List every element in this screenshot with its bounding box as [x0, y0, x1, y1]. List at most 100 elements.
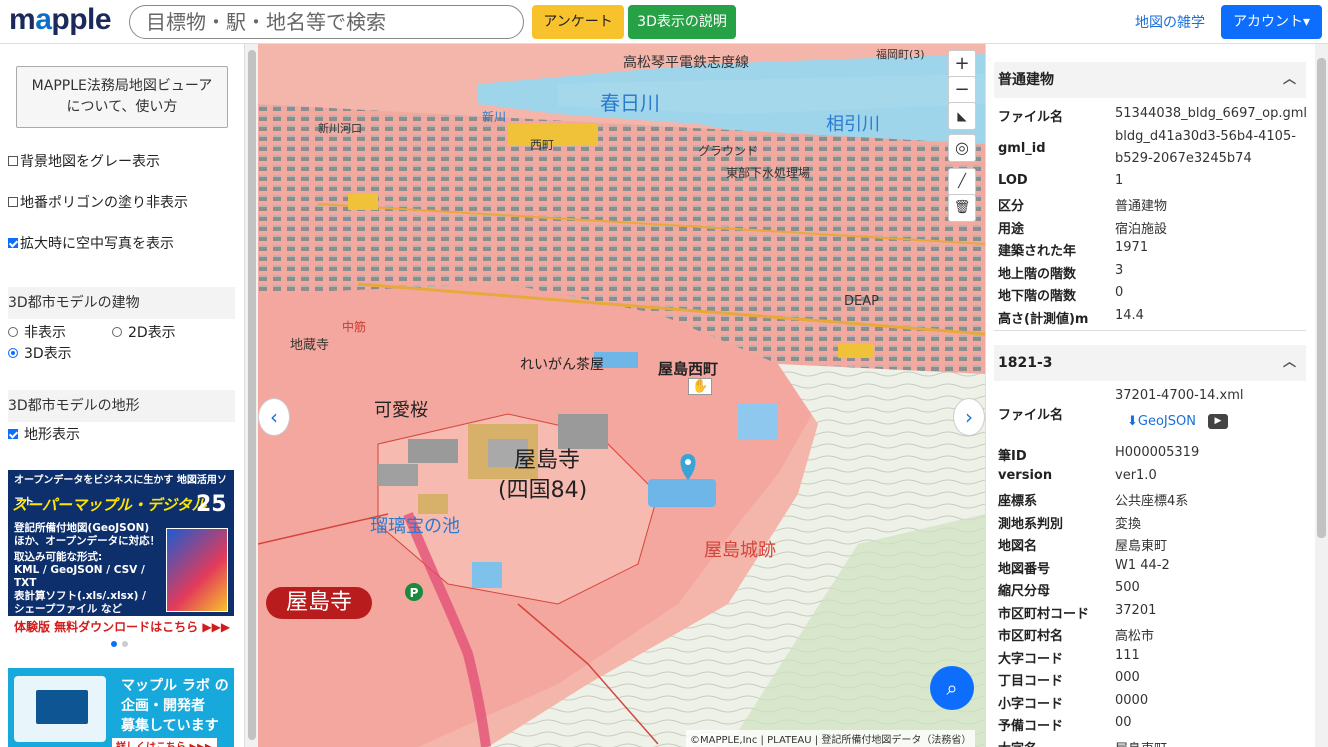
terrain-checkbox[interactable]: 地形表示: [8, 424, 80, 444]
attr-key: 地上階の階数: [998, 266, 1077, 282]
radio-building-none[interactable]: 非表示: [8, 322, 66, 342]
attr-value-cont: b529-2067e3245b74: [1115, 150, 1252, 166]
attr-value: 111: [1115, 647, 1140, 663]
carousel-dot-active[interactable]: [111, 641, 117, 647]
scroll-thumb[interactable]: [248, 50, 256, 740]
product-box-image: [166, 528, 228, 612]
section-building-title: 3D都市モデルの建物: [8, 287, 235, 319]
building-section-header[interactable]: 普通建物 ︿: [994, 62, 1306, 98]
attr-key: 測地系判別: [998, 516, 1064, 532]
mapple-lab-recruit-banner[interactable]: マップル ラボ の 企画・開発者 募集しています 詳しくはこちら ▶▶▶: [8, 668, 234, 747]
ad-title: スーパーマップル・デジタル: [12, 496, 207, 514]
attribute-row: 丁目コード 000: [998, 670, 1298, 693]
right-scrollbar[interactable]: [1315, 44, 1328, 747]
attr-key: 地図番号: [998, 561, 1051, 577]
attribute-row: 大字コード 111: [998, 648, 1298, 671]
hand-icon[interactable]: ✋: [688, 378, 713, 395]
checkbox-checked-icon[interactable]: [8, 238, 18, 248]
attr-key: 建築された年: [998, 244, 1077, 259]
attr-key: gml_id: [998, 140, 1046, 156]
survey-button[interactable]: アンケート: [532, 5, 624, 39]
about-viewer-button[interactable]: MAPPLE法務局地図ビューア について、使い方: [16, 66, 228, 128]
attribute-row: 測地系判別 変換: [998, 513, 1298, 536]
draw-line-icon[interactable]: ╱: [948, 168, 976, 196]
attribute-row: ファイル名 51344038_bldg_6697_op.gml: [998, 106, 1307, 129]
attribute-row: 筆ID H000005319: [998, 445, 1298, 468]
carousel-dot[interactable]: [122, 641, 128, 647]
map-label-sewage: 東部下水処理場: [726, 166, 811, 180]
zoom-out-button[interactable]: −: [948, 76, 976, 104]
attr-key: 地図名: [998, 539, 1038, 554]
attr-key: 市区町村コード: [998, 606, 1090, 622]
attribute-row: 予備コード 00: [998, 715, 1298, 738]
attr-key: LOD: [998, 172, 1028, 188]
recruit-more-link[interactable]: 詳しくはこちら ▶▶▶: [112, 738, 217, 747]
attribute-row: 地上階の階数 3: [998, 263, 1298, 286]
attr-value: 宿泊施設: [1115, 221, 1168, 237]
aerial-photo-checkbox[interactable]: 拡大時に空中写真を表示: [8, 233, 174, 253]
chevron-up-icon[interactable]: ︿: [1283, 62, 1296, 98]
3d-help-button[interactable]: 3D表示の説明: [628, 5, 736, 39]
attr-value: 3: [1115, 262, 1124, 278]
account-dropdown-button[interactable]: アカウント▾: [1221, 5, 1322, 39]
map-trivia-link[interactable]: 地図の雑学: [1135, 12, 1205, 32]
polygon-fill-checkbox[interactable]: 地番ポリゴンの塗り非表示: [8, 192, 188, 212]
attr-value: 0: [1115, 285, 1124, 300]
map-canvas[interactable]: P: [258, 44, 985, 747]
attr-value: ver1.0: [1115, 467, 1157, 483]
map-label-kanizakura: 可愛桜: [374, 400, 428, 421]
search-input[interactable]: [129, 5, 524, 39]
parcel-section-header[interactable]: 1821-3 ︿: [994, 345, 1306, 381]
video-icon[interactable]: ▶: [1208, 414, 1228, 429]
ad-download-link[interactable]: 体験版 無料ダウンロードはこちら ▶▶▶: [8, 616, 234, 638]
map-label-nakasuji: 中筋: [342, 320, 367, 334]
attr-key: 縮尺分母: [998, 584, 1051, 599]
geolocate-icon[interactable]: ◎: [948, 134, 976, 162]
prev-arrow-icon[interactable]: ‹: [258, 398, 290, 436]
radio-icon[interactable]: [112, 327, 122, 337]
map-label-pond: 瑠璃宝の池: [370, 516, 460, 537]
attribute-row: gml_id bldg_d41a30d3-56b4-4105- b529-2067e…: [998, 129, 1298, 173]
map-label-shinkawa: 新川河口: [318, 122, 362, 135]
zoom-in-button[interactable]: +: [948, 50, 976, 78]
ad-version: 25: [196, 492, 227, 517]
scroll-thumb[interactable]: [1317, 58, 1326, 538]
ad-top-text: オープンデータをビジネスに生かす 地図活用ソフト: [8, 470, 234, 508]
checkbox-checked-icon[interactable]: [8, 429, 18, 439]
search-zoom-icon[interactable]: ⌕: [930, 666, 974, 710]
attr-value: 普通建物: [1115, 199, 1168, 214]
radio-building-3d[interactable]: 3D表示: [8, 343, 72, 363]
map-label-jizoji: 地蔵寺: [290, 338, 330, 353]
attr-value: 500: [1115, 580, 1140, 595]
compass-icon[interactable]: ◣: [948, 102, 976, 130]
map-3d-view[interactable]: P 春日川 相引川 高松琴平電鉄志度線 新川河口 新川 グラウンド 東部下水処理…: [258, 44, 985, 747]
attribute-row: 高さ(計測値)m 14.4: [998, 308, 1298, 331]
attr-value: 37201: [1115, 602, 1157, 618]
attr-value: 00: [1115, 715, 1132, 730]
gray-map-checkbox[interactable]: 背景地図をグレー表示: [8, 151, 160, 171]
chevron-up-icon[interactable]: ︿: [1283, 345, 1296, 381]
attribute-row: LOD 1: [998, 173, 1298, 196]
checkbox-icon[interactable]: [8, 156, 18, 166]
left-scrollbar[interactable]: [244, 44, 258, 747]
geojson-download-link[interactable]: ⬇GeoJSON: [1127, 414, 1196, 429]
radio-selected-icon[interactable]: [8, 348, 18, 358]
radio-building-2d[interactable]: 2D表示: [112, 322, 176, 342]
attr-value: 000: [1115, 670, 1140, 685]
checkbox-icon[interactable]: [8, 197, 18, 207]
trash-icon[interactable]: 🗑: [948, 194, 976, 222]
left-sidebar: MAPPLE法務局地図ビューア について、使い方 背景地図をグレー表示 地番ポリ…: [0, 44, 244, 747]
about-label-2: について、使い方: [66, 99, 178, 115]
laptop-illustration: [14, 676, 106, 742]
attribute-row: 建築された年 1971: [998, 240, 1298, 263]
attr-key: 予備コード: [998, 719, 1064, 734]
attribute-row: version ver1.0: [998, 468, 1298, 491]
radio-icon[interactable]: [8, 327, 18, 337]
attr-value: bldg_d41a30d3-56b4-4105-: [1115, 128, 1296, 144]
next-arrow-icon[interactable]: ›: [953, 398, 985, 436]
attr-value: 14.4: [1115, 307, 1144, 323]
super-mapple-ad-banner[interactable]: オープンデータをビジネスに生かす 地図活用ソフト スーパーマップル・デジタル 2…: [8, 470, 234, 638]
map-attribution: ©MAPPLE,Inc | PLATEAU | 登記所備付地図データ（法務省）: [686, 730, 976, 747]
top-header: mapple アンケート 3D表示の説明 地図の雑学 アカウント▾: [0, 0, 1328, 44]
mapple-logo[interactable]: mapple: [9, 3, 112, 37]
